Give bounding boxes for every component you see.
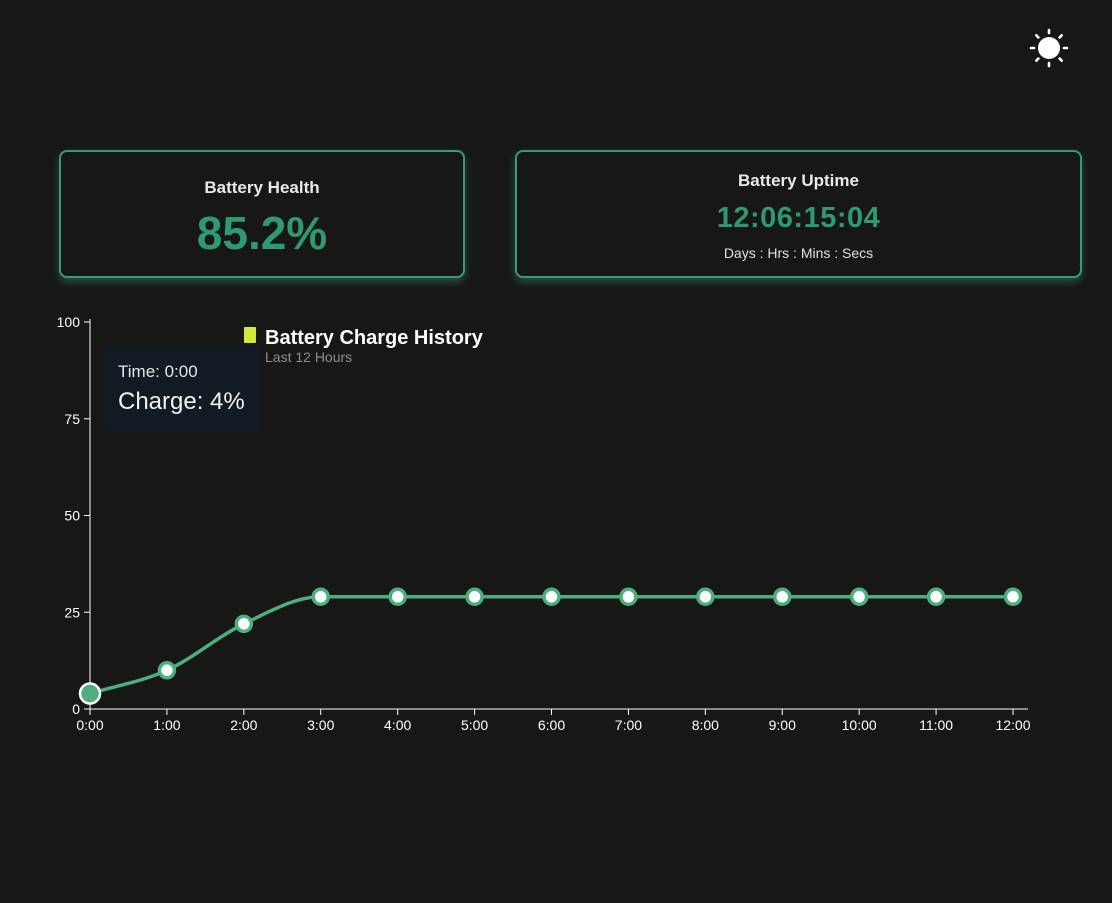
- x-axis: 0:00 1:00 2:00 3:00 4:00 5:00 6:00 7:00 8:00 9:00…: [76, 708, 1031, 733]
- data-point[interactable]: [849, 587, 869, 607]
- chart-legend: Battery Charge History Last 12 Hours: [244, 327, 484, 365]
- x-tick-label: 6:00: [538, 717, 565, 733]
- x-tick-label: 7:00: [615, 717, 642, 733]
- tooltip-charge: Charge: 4%: [118, 388, 245, 415]
- data-point[interactable]: [311, 587, 330, 607]
- x-tick-label: 9:00: [769, 717, 796, 733]
- x-tick-label: 5:00: [461, 717, 488, 733]
- data-point[interactable]: [388, 587, 407, 607]
- battery-charge-chart: 0 25 50 75 100 0:00 1:00 2:00 3:00 4:00 5:00 6:00 7…: [57, 314, 1031, 733]
- data-point[interactable]: [773, 587, 792, 607]
- x-tick-label: 10:00: [842, 717, 877, 733]
- x-tick-label: 3:00: [307, 717, 334, 733]
- series-line: [89, 595, 1013, 696]
- data-point[interactable]: [696, 587, 715, 607]
- tooltip-time: Time: 0:00: [118, 362, 198, 381]
- data-point[interactable]: [542, 587, 561, 607]
- x-tick-label: 4:00: [384, 717, 411, 733]
- data-point[interactable]: [1003, 587, 1023, 607]
- data-point[interactable]: [465, 587, 484, 607]
- data-point[interactable]: [619, 587, 638, 607]
- data-point[interactable]: [157, 661, 177, 680]
- dashboard: Battery Health 85.2% Battery Uptime 12:0…: [0, 0, 1112, 903]
- y-tick-label: 50: [64, 508, 80, 524]
- chart-tooltip: Time: 0:00 Charge: 4%: [103, 346, 261, 432]
- legend-swatch: [244, 327, 256, 343]
- series-group: [78, 587, 1023, 705]
- chart-title: Battery Charge History: [265, 327, 484, 349]
- x-tick-label: 0:00: [76, 717, 103, 733]
- x-tick-label: 11:00: [919, 717, 953, 733]
- y-tick-label: 0: [72, 701, 80, 717]
- data-point[interactable]: [234, 614, 254, 634]
- data-point[interactable]: [926, 587, 946, 607]
- x-tick-label: 1:00: [153, 717, 180, 733]
- x-tick-label: 12:00: [995, 717, 1030, 733]
- x-tick-label: 2:00: [230, 717, 257, 733]
- y-tick-label: 75: [64, 411, 80, 427]
- y-tick-label: 25: [64, 604, 80, 620]
- y-tick-label: 100: [57, 314, 81, 330]
- y-axis: 0 25 50 75 100: [57, 314, 91, 717]
- chart-subtitle: Last 12 Hours: [265, 349, 352, 365]
- data-point-active[interactable]: [78, 682, 102, 705]
- x-tick-label: 8:00: [692, 717, 719, 733]
